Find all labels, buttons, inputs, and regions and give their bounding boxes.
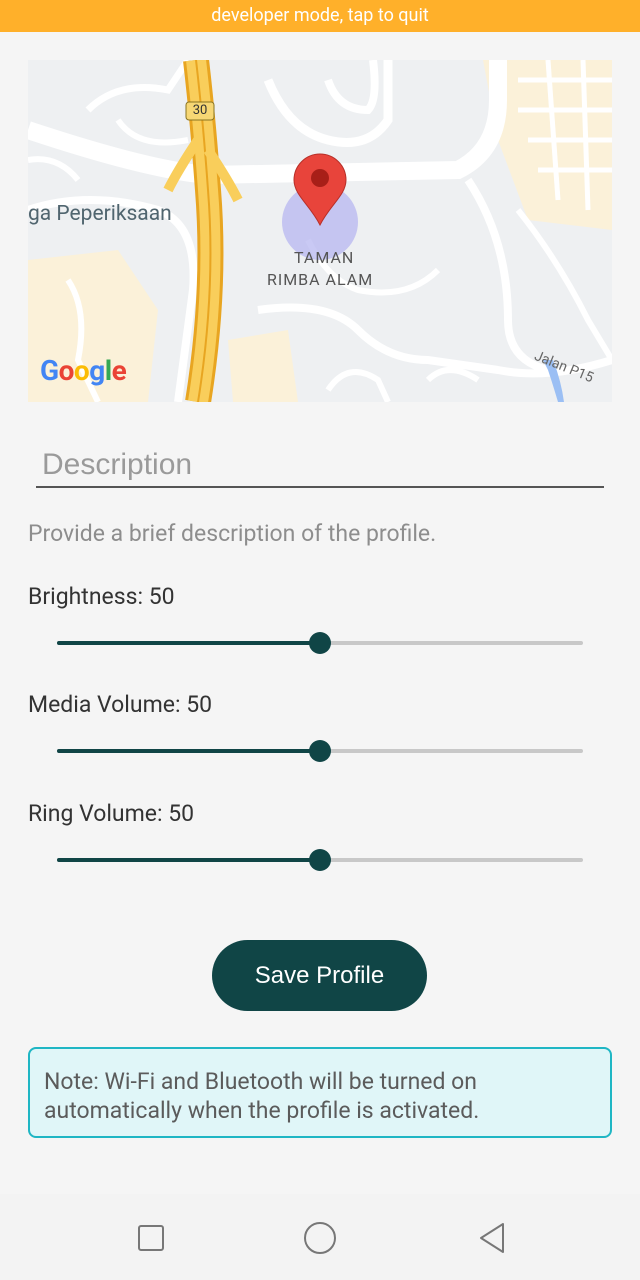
map-place-label: ga Peperiksaan — [28, 202, 172, 226]
google-logo: Google — [40, 354, 127, 387]
location-map[interactable]: 30 ga Peperiksaan TAMAN RIMBA ALAM Jalan… — [28, 60, 612, 402]
ring-volume-slider[interactable] — [57, 848, 583, 872]
road-shield-label: 30 — [192, 103, 208, 118]
slider-fill — [57, 641, 320, 645]
media-volume-label: Media Volume: 50 — [28, 691, 213, 718]
brightness-slider[interactable] — [57, 631, 583, 655]
brightness-label: Brightness: 50 — [28, 583, 175, 610]
slider-fill — [57, 749, 320, 753]
map-tiles — [28, 60, 612, 402]
save-profile-button[interactable]: Save Profile — [212, 940, 427, 1011]
description-field[interactable] — [36, 444, 604, 488]
slider-thumb[interactable] — [309, 632, 331, 654]
slider-thumb[interactable] — [309, 740, 331, 762]
description-helper-text: Provide a brief description of the profi… — [28, 520, 437, 547]
description-input[interactable] — [36, 444, 604, 486]
square-recents-icon[interactable] — [131, 1218, 171, 1258]
circle-home-icon[interactable] — [300, 1218, 340, 1258]
info-note-text: Note: Wi-Fi and Bluetooth will be turned… — [44, 1068, 480, 1124]
slider-thumb[interactable] — [309, 849, 331, 871]
ring-volume-label: Ring Volume: 50 — [28, 800, 195, 827]
triangle-back-icon[interactable] — [472, 1218, 512, 1258]
map-area-label-line2: RIMBA ALAM — [267, 270, 374, 289]
map-area-label-line1: TAMAN — [294, 248, 355, 267]
developer-mode-banner[interactable]: developer mode, tap to quit — [0, 0, 640, 32]
slider-fill — [57, 858, 320, 862]
system-nav-bar — [0, 1194, 640, 1280]
media-volume-slider[interactable] — [57, 739, 583, 763]
info-note: Note: Wi-Fi and Bluetooth will be turned… — [28, 1047, 612, 1138]
